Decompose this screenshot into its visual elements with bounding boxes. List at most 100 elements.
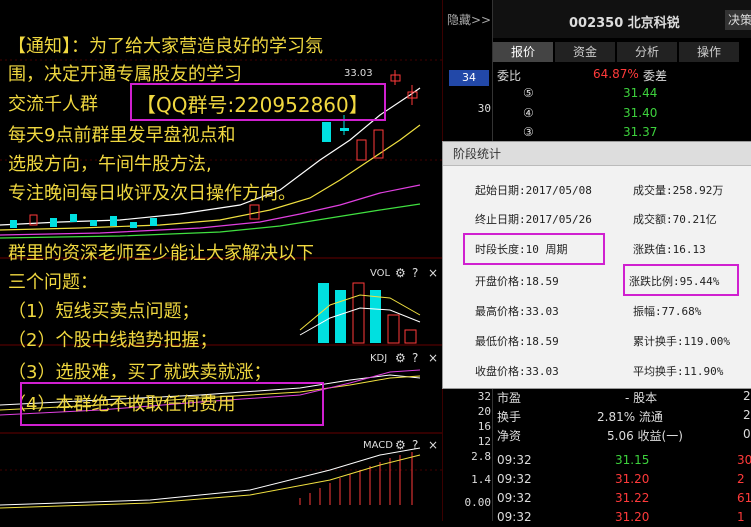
tab-operation[interactable]: 操作 [679,42,739,62]
vol-label: VOL [370,268,391,279]
macd-label: MACD [363,440,393,451]
sell-price: 31.44 [623,86,658,100]
period-stats-panel: 阶段统计 起始日期:2017/05/08 终止日期:2017/05/26 时段长… [442,141,751,389]
weibi-label: 委比 [497,69,522,83]
sell-price: 31.37 [623,125,658,139]
macd-gear-icon[interactable]: ⚙ [395,438,406,452]
tab-analysis[interactable]: 分析 [617,42,677,62]
notice-line-5: 选股方向，午间牛股方法, [8,154,212,175]
weicha-label: 委差 [643,69,668,83]
macd-bars [299,452,413,505]
axis-label-32: 32 [477,390,491,403]
notice-line-1: 【通知】：为了给大家营造良好的学习氛 [8,36,323,57]
kdj-help-icon[interactable]: ? [412,351,418,365]
tick-price: 31.15 [615,453,650,467]
qq-group-box: 【QQ群号:220952860】 [130,83,386,121]
info-value: 5.06 收益(一) [607,429,683,443]
kdj-label: KDJ [370,353,388,364]
tick-time: 09:32 [497,510,532,524]
axis-label-0: 0.00 [464,496,492,509]
sell-price: 31.40 [623,106,658,120]
notice-line-9: （1）短线买卖点问题； [8,301,200,322]
sell-row: ④ 31.40 [493,104,751,123]
sell-level: ③ [523,125,534,139]
info-row: 市盈 - 股本 2 [493,387,751,406]
open-price: 开盘价格:18.59 [475,275,559,288]
weibi-row: 委比 64.87% 委差 [493,65,751,84]
tick-row: 09:32 31.22 61 [493,489,751,508]
tick-row: 09:32 31.20 2 [493,470,751,489]
info-extra: 0 [743,427,751,441]
kdj-close-icon[interactable]: × [428,351,438,365]
axis-label-30: 30 [477,102,491,115]
tick-time: 09:32 [497,491,532,505]
info-value: 2.81% 流通 [597,410,663,424]
tick-price: 31.22 [615,491,650,505]
tick-row: 09:32 31.15 30 [493,451,751,470]
weibi-value: 64.87% [593,67,639,81]
free-notice-box [20,382,324,426]
notice-line-8: 三个问题： [8,272,98,293]
kdj-gear-icon[interactable]: ⚙ [395,351,406,365]
notice-line-10: （2）个股中线趋势把握； [8,330,218,351]
tick-vol: 61 [737,491,751,505]
vol-help-icon[interactable]: ? [412,266,418,280]
volume-bars [299,282,421,344]
axis-label-12: 12 [477,435,491,448]
notice-line-4: 每天9点前群里发早盘视点和 [8,125,236,146]
info-label: 换手 [497,410,522,424]
vol-close-icon[interactable]: × [428,266,438,280]
tick-row: 09:32 31.20 1 [493,508,751,527]
close-price: 收盘价格:33.03 [475,365,559,378]
price-axis-highlight: 34 [449,70,489,86]
avg-turnover: 平均换手:11.90% [633,365,724,378]
sell-row: ⑤ 31.44 [493,84,751,103]
tick-time: 09:32 [497,453,532,467]
low-price: 最低价格:18.59 [475,335,559,348]
tab-quote[interactable]: 报价 [493,42,553,62]
amplitude: 振幅:77.68% [633,305,702,318]
notice-line-7: 群里的资深老师至少能让大家解决以下 [8,243,314,264]
axis-label-16: 16 [477,420,491,433]
change-pct-highlight [623,264,739,296]
amount: 成交额:70.21亿 [633,213,717,226]
duration-highlight [463,233,605,265]
info-extra: 2 [743,408,751,422]
tick-vol: 1 [737,510,745,524]
info-label: 净资 [497,429,522,443]
tick-vol: 2 [737,472,745,486]
end-date: 终止日期:2017/05/26 [475,213,592,226]
quote-header: 002350 北京科锐 决策 [493,0,751,38]
info-extra: 2 [743,389,751,403]
info-value: - 股本 [625,391,658,405]
tick-vol: 30 [737,453,751,467]
high-price: 最高价格:33.03 [475,305,559,318]
tick-price: 31.20 [615,472,650,486]
stock-title: 002350 北京科锐 [569,16,680,31]
qq-group-number: 【QQ群号:220952860】 [136,93,369,117]
hide-button[interactable]: 隐藏>> [447,11,491,28]
start-date: 起始日期:2017/05/08 [475,184,592,197]
axis-label-2-8: 2.8 [471,450,491,463]
volume: 成交量:258.92万 [633,184,724,197]
macd-lines [0,447,421,509]
notice-line-6: 专注晚间每日收评及次日操作方向。 [8,183,296,204]
axis-label-1-4: 1.4 [471,473,491,486]
cum-turnover: 累计换手:119.00% [633,335,730,348]
change-value: 涨跌值:16.13 [633,243,706,256]
sell-level: ④ [523,106,534,120]
vol-gear-icon[interactable]: ⚙ [395,266,406,280]
notice-line-11: （3）选股难，买了就跌卖就涨； [8,362,272,383]
tab-funds[interactable]: 资金 [555,42,615,62]
sell-level: ⑤ [523,86,534,100]
info-label: 市盈 [497,391,522,405]
macd-help-icon[interactable]: ? [412,438,418,452]
notice-line-3: 交流千人群 [8,94,98,115]
quote-tabs: 报价 资金 分析 操作 [493,42,751,62]
axis-label-20: 20 [477,405,491,418]
info-row: 换手 2.81% 流通 2 [493,406,751,425]
macd-close-icon[interactable]: × [428,438,438,452]
info-row: 净资 5.06 收益(一) 0 [493,425,751,444]
tick-price: 31.20 [615,510,650,524]
decision-button[interactable]: 决策 [725,10,751,30]
